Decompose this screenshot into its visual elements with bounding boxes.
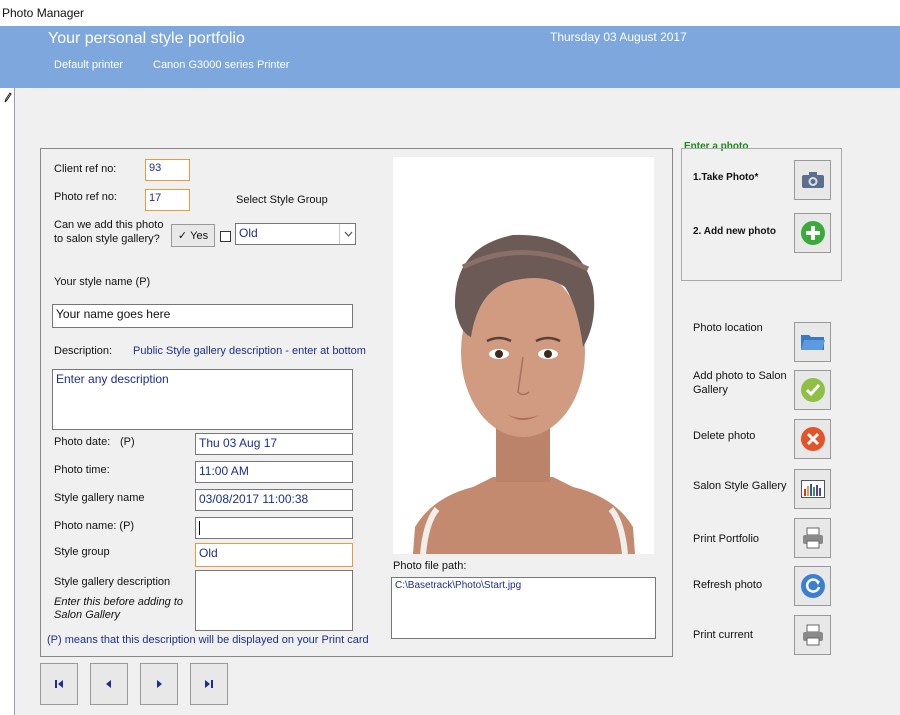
header-title: Your personal style portfolio bbox=[48, 30, 245, 47]
portrait-photo bbox=[393, 157, 654, 554]
print-current-label: Print current bbox=[693, 629, 753, 641]
gallery-checkbox[interactable] bbox=[220, 231, 231, 242]
salon-gallery-label: Salon Style Gallery bbox=[693, 480, 787, 492]
first-icon bbox=[55, 680, 63, 688]
photo-name-label: Photo name: (P) bbox=[54, 520, 135, 532]
client-ref-label: Client ref no: bbox=[54, 163, 117, 175]
delete-icon bbox=[800, 427, 825, 451]
plus-icon bbox=[800, 221, 825, 245]
printer-label: Default printer bbox=[54, 59, 124, 71]
gallery-name-label: Style gallery name bbox=[54, 492, 145, 504]
refresh-icon bbox=[800, 574, 825, 598]
pencil-icon bbox=[3, 92, 12, 106]
style-name-field[interactable]: Your name goes here bbox=[52, 304, 353, 328]
check-circle-icon bbox=[800, 378, 825, 402]
refresh-photo-label: Refresh photo bbox=[693, 579, 763, 591]
yes-button-label: Yes bbox=[190, 229, 209, 242]
photo-time-field[interactable]: 11:00 AM bbox=[195, 461, 353, 483]
gallery-question-line2: to salon style gallery? bbox=[54, 233, 160, 245]
print-portfolio-label: Print Portfolio bbox=[693, 533, 760, 545]
prev-icon bbox=[106, 680, 111, 688]
gallery-question-line1: Can we add this photo bbox=[54, 219, 164, 231]
printer-icon bbox=[802, 624, 823, 646]
printer-value: Canon G3000 series Printer bbox=[153, 59, 290, 71]
last-record-button[interactable] bbox=[190, 663, 228, 705]
description-hint: Public Style gallery description - enter… bbox=[133, 345, 366, 357]
take-photo-button[interactable] bbox=[794, 160, 831, 200]
photo-ref-label: Photo ref no: bbox=[54, 191, 117, 203]
print-current-button[interactable] bbox=[794, 615, 831, 655]
next-icon bbox=[157, 680, 162, 688]
add-to-gallery-line1: Add photo to Salon bbox=[693, 370, 787, 382]
style-name-label: Your style name (P) bbox=[54, 276, 151, 288]
photo-date-label: Photo date: bbox=[54, 436, 111, 448]
description-field[interactable]: Enter any description bbox=[52, 369, 353, 430]
window-titlebar: Photo Manager bbox=[0, 0, 900, 27]
take-photo-label: 1.Take Photo* bbox=[693, 172, 759, 183]
description-label: Description: bbox=[54, 345, 113, 357]
gallery-desc-hint-line1: Enter this before adding to bbox=[54, 596, 184, 608]
add-new-photo-label: 2. Add new photo bbox=[693, 226, 776, 237]
style-group-select-value: Old bbox=[239, 226, 258, 240]
chevron-down-icon[interactable] bbox=[339, 224, 356, 244]
select-style-group-label: Select Style Group bbox=[236, 194, 328, 206]
photo-time-label: Photo time: bbox=[54, 464, 110, 476]
delete-photo-label: Delete photo bbox=[693, 430, 756, 442]
salon-gallery-button[interactable] bbox=[794, 469, 831, 509]
header-date: Thursday 03 August 2017 bbox=[550, 30, 687, 44]
record-selector-strip bbox=[0, 88, 15, 715]
window-title: Photo Manager bbox=[2, 6, 85, 20]
style-group-select[interactable]: Old bbox=[235, 223, 356, 245]
print-note: (P) means that this description will be … bbox=[47, 634, 369, 646]
photo-date-p-marker: (P) bbox=[120, 436, 135, 448]
printer-icon bbox=[802, 527, 823, 549]
check-icon: ✓ bbox=[177, 230, 188, 242]
photo-location-button[interactable] bbox=[794, 322, 831, 362]
header-banner: Your personal style portfolio Default pr… bbox=[0, 26, 900, 88]
photo-name-field[interactable] bbox=[195, 517, 353, 539]
gallery-desc-label: Style gallery description bbox=[54, 576, 171, 588]
next-record-button[interactable] bbox=[140, 663, 178, 705]
folder-icon bbox=[800, 335, 825, 350]
first-record-button[interactable] bbox=[40, 663, 78, 705]
prev-record-button[interactable] bbox=[90, 663, 128, 705]
gallery-desc-hint-line2: Salon Gallery bbox=[54, 609, 121, 621]
camera-icon bbox=[801, 172, 824, 188]
add-to-gallery-button[interactable] bbox=[794, 370, 831, 410]
photo-location-label: Photo location bbox=[693, 322, 763, 334]
refresh-photo-button[interactable] bbox=[794, 566, 831, 606]
delete-photo-button[interactable] bbox=[794, 419, 831, 459]
client-ref-field[interactable]: 93 bbox=[145, 159, 190, 181]
photo-date-field[interactable]: Thu 03 Aug 17 bbox=[195, 433, 353, 455]
photo-file-path-label: Photo file path: bbox=[393, 560, 467, 572]
add-to-gallery-line2: Gallery bbox=[693, 384, 728, 396]
style-group-label: Style group bbox=[54, 546, 110, 558]
yes-button[interactable]: ✓ Yes bbox=[171, 224, 215, 247]
gallery-desc-field[interactable] bbox=[195, 570, 353, 631]
chart-icon bbox=[800, 480, 825, 498]
photo-file-path-field[interactable]: C:\Basetrack\Photo\Start.jpg bbox=[391, 577, 656, 639]
text-cursor bbox=[199, 520, 200, 535]
print-portfolio-button[interactable] bbox=[794, 518, 831, 558]
style-group-field[interactable]: Old bbox=[195, 543, 353, 567]
add-new-photo-button[interactable] bbox=[794, 213, 831, 253]
last-icon bbox=[205, 680, 213, 688]
photo-ref-field[interactable]: 17 bbox=[145, 189, 190, 211]
gallery-name-field[interactable]: 03/08/2017 11:00:38 bbox=[195, 489, 353, 511]
